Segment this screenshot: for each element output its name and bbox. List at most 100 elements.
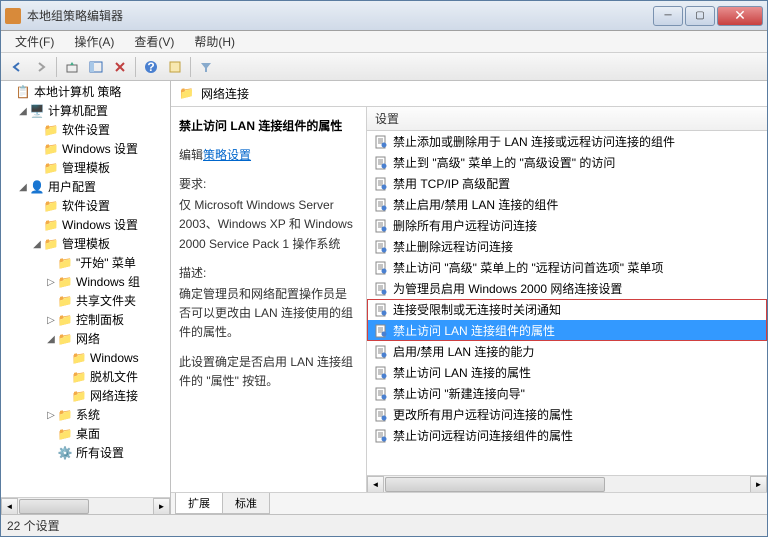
list-item[interactable]: 禁用 TCP/IP 高级配置 <box>367 173 767 194</box>
close-button[interactable]: ✕ <box>717 6 763 26</box>
back-button[interactable] <box>6 56 28 78</box>
scroll-left-button[interactable] <box>367 476 384 492</box>
filter-button[interactable] <box>195 56 217 78</box>
tree-ctrl[interactable]: ▷📁控制面板 <box>3 311 168 330</box>
list-item[interactable]: 禁止访问 LAN 连接的属性 <box>367 362 767 383</box>
show-hide-tree-button[interactable] <box>85 56 107 78</box>
tree-computer[interactable]: ◢🖥️计算机配置 <box>3 102 168 121</box>
tree-c-admin[interactable]: 📁管理模板 <box>3 159 168 178</box>
policy-item-icon <box>373 302 389 318</box>
menu-view[interactable]: 查看(V) <box>124 31 184 52</box>
tree-network[interactable]: ◢📁网络 <box>3 330 168 349</box>
list-item[interactable]: 启用/禁用 LAN 连接的能力 <box>367 341 767 362</box>
list-item-label: 禁止访问远程访问连接组件的属性 <box>393 427 573 444</box>
delete-button[interactable] <box>109 56 131 78</box>
list-item[interactable]: 禁止访问远程访问连接组件的属性 <box>367 425 767 446</box>
list-item[interactable]: 为管理员启用 Windows 2000 网络连接设置 <box>367 278 767 299</box>
tree-c-win[interactable]: 📁Windows 设置 <box>3 140 168 159</box>
help-button[interactable]: ? <box>140 56 162 78</box>
tabstrip: 扩展 标准 <box>171 492 767 514</box>
list-item[interactable]: 禁止访问 LAN 连接组件的属性 <box>367 320 767 341</box>
collapse-icon[interactable]: ◢ <box>17 102 29 121</box>
list-item[interactable]: 删除所有用户远程访问连接 <box>367 215 767 236</box>
tree-offline[interactable]: 📁脱机文件 <box>3 368 168 387</box>
list-item[interactable]: 禁止启用/禁用 LAN 连接的组件 <box>367 194 767 215</box>
svg-text:?: ? <box>147 60 154 74</box>
list-item[interactable]: 禁止到 "高级" 菜单上的 "高级设置" 的访问 <box>367 152 767 173</box>
list-item[interactable]: 更改所有用户远程访问连接的属性 <box>367 404 767 425</box>
collapse-icon[interactable]: ◢ <box>31 235 43 254</box>
req-text: 仅 Microsoft Windows Server 2003、Windows … <box>179 196 358 254</box>
list-item[interactable]: 禁止删除远程访问连接 <box>367 236 767 257</box>
folder-icon: 📁 <box>57 275 73 291</box>
list-item-label: 禁止访问 "高级" 菜单上的 "远程访问首选项" 菜单项 <box>393 259 663 276</box>
list-item[interactable]: 禁止访问 "新建连接向导" <box>367 383 767 404</box>
policy-item-icon <box>373 197 389 213</box>
expand-icon[interactable]: ▷ <box>45 273 57 292</box>
tree-root[interactable]: 📋本地计算机 策略 <box>3 83 168 102</box>
folder-icon: 📁 <box>57 313 73 329</box>
window-title: 本地组策略编辑器 <box>27 7 651 24</box>
expand-icon[interactable]: ▷ <box>45 311 57 330</box>
tree-c-soft[interactable]: 📁软件设置 <box>3 121 168 140</box>
tree-u-soft[interactable]: 📁软件设置 <box>3 197 168 216</box>
menu-action[interactable]: 操作(A) <box>64 31 124 52</box>
scroll-track[interactable] <box>18 498 153 514</box>
status-text: 22 个设置 <box>7 517 60 534</box>
folder-icon: 📁 <box>43 237 59 253</box>
list-item[interactable]: 连接受限制或无连接时关闭通知 <box>367 299 767 320</box>
list-item[interactable]: 禁止添加或删除用于 LAN 连接或远程访问连接的组件 <box>367 131 767 152</box>
tree-body[interactable]: 📋本地计算机 策略 ◢🖥️计算机配置 📁软件设置 📁Windows 设置 📁管理… <box>1 81 170 497</box>
folder-icon: 📁 <box>43 161 59 177</box>
properties-button[interactable] <box>164 56 186 78</box>
list-item[interactable]: 禁止访问 "高级" 菜单上的 "远程访问首选项" 菜单项 <box>367 257 767 278</box>
tree-wincomp[interactable]: ▷📁Windows 组 <box>3 273 168 292</box>
tree-net-win[interactable]: 📁Windows <box>3 349 168 368</box>
edit-policy-link[interactable]: 策略设置 <box>203 148 251 162</box>
scroll-right-button[interactable] <box>750 476 767 492</box>
statusbar: 22 个设置 <box>1 514 767 536</box>
menubar: 文件(F) 操作(A) 查看(V) 帮助(H) <box>1 31 767 53</box>
collapse-icon[interactable]: ◢ <box>17 178 29 197</box>
tab-extended[interactable]: 扩展 <box>175 493 223 514</box>
tree-system[interactable]: ▷📁系统 <box>3 406 168 425</box>
tab-standard[interactable]: 标准 <box>222 493 270 514</box>
list-hscroll[interactable] <box>367 475 767 492</box>
tree-shared[interactable]: 📁共享文件夹 <box>3 292 168 311</box>
computer-icon: 🖥️ <box>29 104 45 120</box>
scroll-track[interactable] <box>384 476 750 492</box>
scroll-thumb[interactable] <box>19 499 89 514</box>
policy-item-icon <box>373 428 389 444</box>
tree-user[interactable]: ◢👤用户配置 <box>3 178 168 197</box>
scroll-right-button[interactable] <box>153 498 170 514</box>
tree-hscroll[interactable] <box>1 497 170 514</box>
tree-u-win[interactable]: 📁Windows 设置 <box>3 216 168 235</box>
list-item-label: 禁止删除远程访问连接 <box>393 238 513 255</box>
menu-file[interactable]: 文件(F) <box>5 31 64 52</box>
path-bar: 📁 网络连接 <box>171 81 767 107</box>
settings-icon: ⚙️ <box>57 446 73 462</box>
list-item-label: 为管理员启用 Windows 2000 网络连接设置 <box>393 280 622 297</box>
menu-help[interactable]: 帮助(H) <box>184 31 245 52</box>
expand-icon[interactable]: ▷ <box>45 406 57 425</box>
minimize-button[interactable]: ─ <box>653 6 683 26</box>
tree-all[interactable]: ⚙️所有设置 <box>3 444 168 463</box>
list-item-label: 禁用 TCP/IP 高级配置 <box>393 175 510 192</box>
tree-pane: 📋本地计算机 策略 ◢🖥️计算机配置 📁软件设置 📁Windows 设置 📁管理… <box>1 81 171 514</box>
list-body[interactable]: 禁止添加或删除用于 LAN 连接或远程访问连接的组件禁止到 "高级" 菜单上的 … <box>367 131 767 475</box>
titlebar[interactable]: 本地组策略编辑器 ─ ▢ ✕ <box>1 1 767 31</box>
scroll-thumb[interactable] <box>385 477 605 492</box>
path-label: 网络连接 <box>201 85 249 102</box>
tree-u-admin[interactable]: ◢📁管理模板 <box>3 235 168 254</box>
list-header[interactable]: 设置 <box>367 107 767 131</box>
scroll-left-button[interactable] <box>1 498 18 514</box>
collapse-icon[interactable]: ◢ <box>45 330 57 349</box>
up-button[interactable] <box>61 56 83 78</box>
tree-start[interactable]: 📁"开始" 菜单 <box>3 254 168 273</box>
forward-button[interactable] <box>30 56 52 78</box>
tree-desktop[interactable]: 📁桌面 <box>3 425 168 444</box>
folder-icon: 📁 <box>57 294 73 310</box>
maximize-button[interactable]: ▢ <box>685 6 715 26</box>
policy-item-icon <box>373 239 389 255</box>
tree-netconn[interactable]: 📁网络连接 <box>3 387 168 406</box>
